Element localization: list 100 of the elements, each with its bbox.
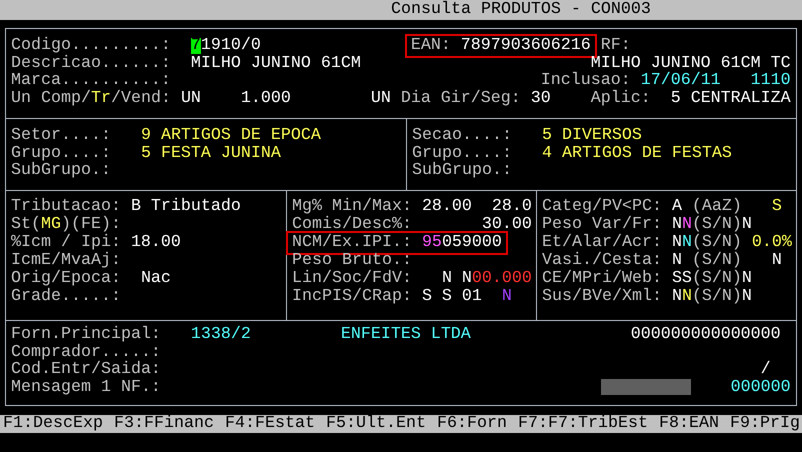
field-label: IcmE/MvaAj: (11, 252, 121, 270)
field-label: IncPIS/CRap: (292, 288, 412, 306)
field-label: St( (11, 216, 41, 234)
field-label: NCM/Ex.IPI.: (292, 234, 412, 252)
function-key[interactable]: F5:Ult.Ent (326, 415, 426, 433)
field-label: Categ/PV<PC: (542, 198, 662, 216)
field-label: Vasi./Cesta: (542, 252, 662, 270)
field-label: CE/MPri/Web: (542, 270, 662, 288)
field-label: Un Comp/ (11, 90, 91, 107)
field-value: 000000000000000 (630, 326, 781, 344)
field-label: Orig/Epoca: (11, 270, 121, 288)
field-label: (S/N) (692, 216, 742, 234)
field-label: Grade.....: (11, 288, 121, 306)
field-label: SubGrupo.: (11, 162, 111, 180)
function-key[interactable]: F7:F7:TribEst (518, 415, 648, 433)
field-label: Aplic: (590, 90, 651, 107)
field-label: (S/N) (692, 234, 742, 252)
field-label: Marca..........: (11, 72, 171, 90)
field-label: Sus/BVe/Xml: (542, 288, 662, 306)
field-value: A (672, 198, 682, 216)
field-value: N (672, 288, 682, 306)
field-value: 28.00 (422, 198, 472, 216)
field-label: (AaZ) (692, 198, 742, 216)
field-label: Tr (90, 90, 111, 107)
field-value: N (672, 252, 682, 270)
field-label: Secao....: (412, 127, 512, 144)
field-value: 4 ARTIGOS DE FESTAS (542, 144, 732, 162)
field-value: 1110 (750, 72, 791, 90)
field-value: N (672, 234, 682, 252)
field-value: N (682, 288, 692, 306)
field-value: N (682, 234, 692, 252)
field-label: Forn.Principal: (11, 326, 161, 344)
field-value: S (442, 288, 452, 306)
field-label: SubGrupo.: (412, 162, 512, 180)
field-label: Grupo....: (11, 144, 111, 162)
field-value: 5 DIVERSOS (542, 127, 642, 144)
field-value: UN (180, 90, 201, 107)
function-key[interactable]: F6:Forn (437, 415, 507, 433)
field-value: 01 (462, 288, 482, 306)
function-key[interactable]: F4:FEstat (225, 415, 315, 433)
field-label: Lin/Soc/FdV: (292, 270, 412, 288)
field-label: Inclusao: (540, 72, 631, 90)
field-value: N (462, 270, 472, 288)
field-label: Codigo.........: (11, 37, 171, 54)
field-value: 30 (530, 90, 551, 107)
field-value: B Tributado (130, 198, 241, 216)
field-label: /Vend: (110, 90, 171, 107)
field-value: S (422, 288, 432, 306)
field-label: (S/N) (692, 252, 742, 270)
field-value: 30.00 (482, 216, 532, 234)
function-key[interactable]: F9:PrIg (730, 415, 800, 433)
field-label: Cod.Entr/Saida: (11, 361, 161, 378)
field-value: UN (370, 90, 391, 107)
field-value: N (742, 288, 752, 306)
field-label: MG (41, 216, 61, 234)
field-value: N (442, 270, 452, 288)
field-label: Descricao......: (11, 54, 171, 72)
field-value: N (502, 288, 512, 306)
field-label: RF: (600, 37, 631, 54)
field-value: / (760, 361, 771, 378)
field-value: 0.0% (752, 234, 792, 252)
field-value: N (742, 270, 752, 288)
field-value: Nac (140, 270, 171, 288)
field-label: EAN: (410, 37, 451, 54)
field-label: Setor....: (11, 127, 111, 144)
field-label: (S/N) (692, 270, 742, 288)
field-value: 059000 (442, 234, 502, 252)
field-label: Grupo....: (412, 144, 512, 162)
field-label: )(FE): (61, 216, 121, 234)
field-value: 000000 (730, 378, 791, 396)
field-label: Peso Bruto.: (292, 252, 412, 270)
field-value: 5 CENTRALIZA (670, 90, 791, 107)
field-label: Mg% Min/Max: (292, 198, 412, 216)
field-value: SS (672, 270, 692, 288)
field-value: 95 (422, 234, 442, 252)
field-value: MILHO JUNINO 61CM (190, 54, 361, 72)
field-value: MILHO JUNINO 61CM TC (590, 54, 791, 72)
function-key[interactable]: F8:EAN (658, 415, 719, 433)
field-value: 18.00 (130, 234, 181, 252)
field-label: Peso Var/Fr: (542, 216, 662, 234)
field-label: Tributacao: (11, 198, 121, 216)
field-label: Et/Alar/Acr: (542, 234, 662, 252)
field-value: 7897903606216 (460, 37, 591, 54)
field-value: 1338/2 (190, 326, 251, 344)
field-label: %Icm / Ipi: (11, 234, 121, 252)
field-value: N (682, 216, 692, 234)
field-value: 5 FESTA JUNINA (140, 144, 281, 162)
function-key[interactable]: F3:FFinanc (114, 415, 214, 433)
field-value: S (772, 198, 782, 216)
field-label: Mensagem 1 NF.: (11, 378, 161, 396)
field-value: 9 ARTIGOS DE EPOCA (140, 127, 321, 144)
field-value: N (772, 252, 782, 270)
function-key[interactable]: F1:DescExp (3, 415, 103, 433)
field-label: Comprador.....: (11, 344, 161, 361)
field-value: 00.000 (472, 270, 532, 288)
field-value: 28.0 (492, 198, 532, 216)
field-label: Comis/Desc%: (292, 216, 412, 234)
field-value: ENFEITES LTDA (340, 326, 471, 344)
field-value: 1.000 (240, 90, 291, 107)
field-label: (S/N) (692, 288, 742, 306)
